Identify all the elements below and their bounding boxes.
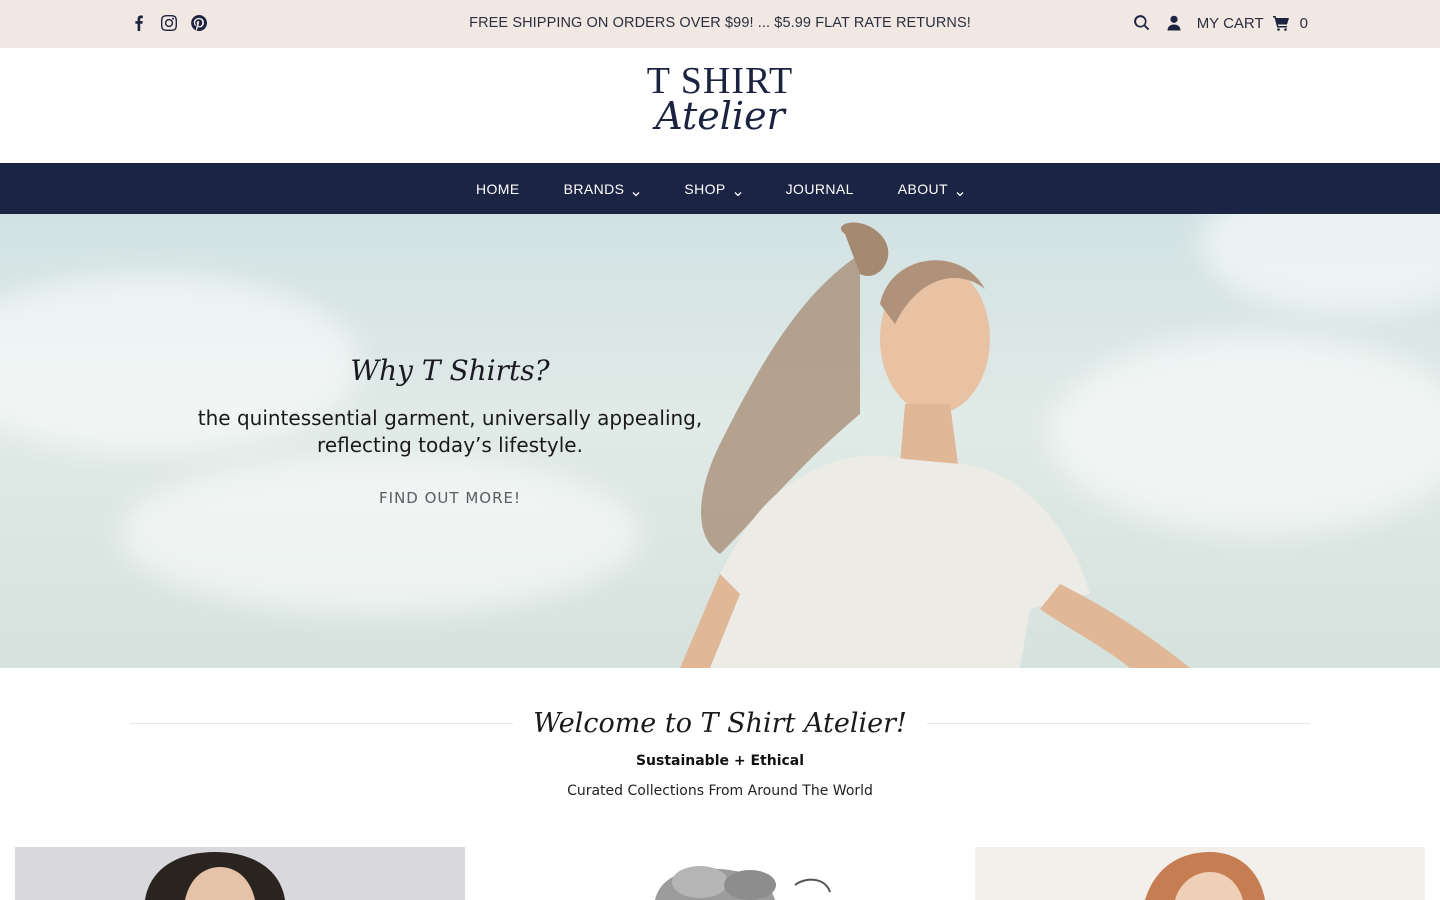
welcome-tagline: Sustainable + Ethical [635, 753, 805, 769]
divider [130, 723, 514, 724]
nav-journal-label: JOURNAL [785, 180, 854, 197]
nav-shop-label: SHOP [684, 180, 726, 197]
nav-journal[interactable]: JOURNAL [786, 181, 854, 197]
chevron-down-icon [734, 185, 742, 196]
collection-image [1145, 852, 1265, 900]
hero-text: Why T Shirts? the quintessential garment… [190, 354, 710, 507]
find-out-more-link[interactable]: FIND OUT MORE! [379, 489, 521, 507]
hero-banner: Why T Shirts? the quintessential garment… [0, 214, 1440, 668]
announcement-bar: FREE SHIPPING ON ORDERS OVER $99! ... $5… [0, 0, 1440, 48]
nav-about-label: ABOUT [897, 180, 949, 197]
collection-image [145, 852, 285, 900]
welcome-heading-row: Welcome to T Shirt Atelier! [130, 708, 1311, 739]
account-icon[interactable] [1165, 14, 1183, 32]
nav-about[interactable]: ABOUT [898, 181, 964, 197]
cart-button[interactable]: MY CART 0 [1197, 14, 1308, 32]
chevron-down-icon [632, 185, 640, 196]
collection-image [655, 866, 831, 900]
header-actions: MY CART 0 [1133, 14, 1308, 32]
welcome-title: Welcome to T Shirt Atelier! [533, 708, 907, 739]
cart-count: 0 [1299, 14, 1308, 32]
hero-title: Why T Shirts? [350, 354, 550, 387]
divider [926, 723, 1311, 724]
nav-home[interactable]: HOME [476, 181, 520, 197]
nav-shop[interactable]: SHOP [684, 180, 742, 197]
cart-label: MY CART [1196, 14, 1264, 32]
welcome-section: Welcome to T Shirt Atelier! Sustainable … [130, 708, 1311, 799]
cart-icon [1272, 14, 1290, 32]
hero-subtitle: the quintessential garment, universally … [190, 405, 710, 459]
search-icon[interactable] [1133, 14, 1151, 32]
hero-subtitle-line-2: reflecting today’s lifestyle. [317, 433, 583, 457]
site-logo[interactable]: T SHIRT Atelier [0, 62, 1440, 138]
nav-home-label: HOME [475, 180, 520, 197]
main-nav: HOME BRANDS SHOP JOURNAL ABOUT [0, 163, 1440, 214]
nav-brands-label: BRANDS [563, 180, 625, 197]
chevron-down-icon [956, 185, 964, 196]
collection-tile[interactable] [495, 847, 945, 900]
collection-tile[interactable] [15, 847, 465, 900]
nav-brands[interactable]: BRANDS [564, 181, 641, 197]
collection-tile[interactable] [975, 847, 1425, 900]
logo-line-2: Atelier [655, 94, 785, 138]
hero-subtitle-line-1: the quintessential garment, universally … [197, 406, 703, 430]
welcome-subtitle: Curated Collections From Around The Worl… [567, 783, 873, 799]
